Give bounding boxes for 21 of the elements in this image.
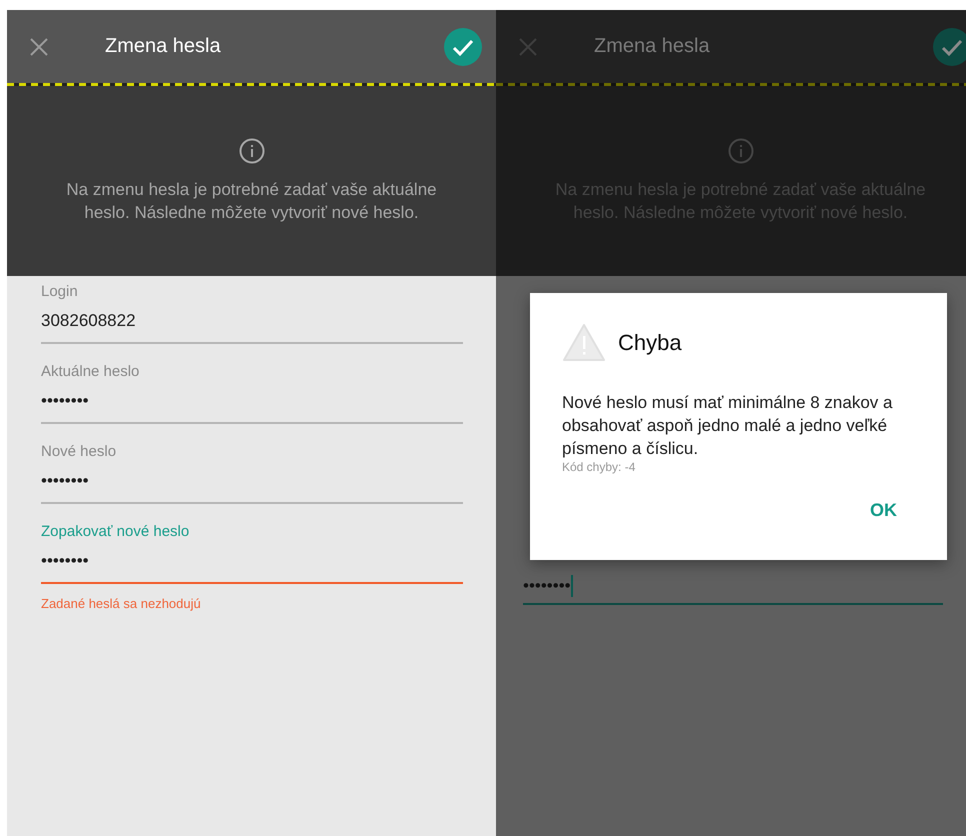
field-label: Zopakovať nové heslo [41,522,190,542]
confirm-check-icon[interactable] [444,28,482,66]
info-icon [238,138,264,164]
field-label: Aktuálne heslo [41,362,140,382]
input-field[interactable]: •••••••• [41,462,463,504]
close-icon[interactable] [29,36,49,56]
field-label: Nové heslo [41,442,118,462]
warning-icon [562,323,606,363]
field-label: Login [41,282,79,302]
screen-title: Zmena hesla [594,35,711,58]
input-field[interactable]: •••••••• [41,382,463,424]
info-text: Na zmenu hesla je potrebné zadať vaše aktuálne heslo. Následne môžete vytvoriť nové heslo. [65,179,438,224]
input-field[interactable]: 3082608822 [41,302,463,344]
input-field[interactable]: •••••••• [41,542,463,584]
error-message: Zadané heslá sa nezhodujú [41,596,202,611]
confirm-check-icon[interactable] [933,28,966,66]
dialog-message: Nové heslo musí mať minimálne 8 znakov a obsahovať aspoň jedno malé a jedno veľké písmeno a číslicu. [562,392,894,460]
error-code: Kód chyby: -4 [562,460,636,474]
screen-title: Zmena hesla [105,35,222,58]
dialog-title: Chyba [618,330,682,356]
info-icon [728,138,754,164]
